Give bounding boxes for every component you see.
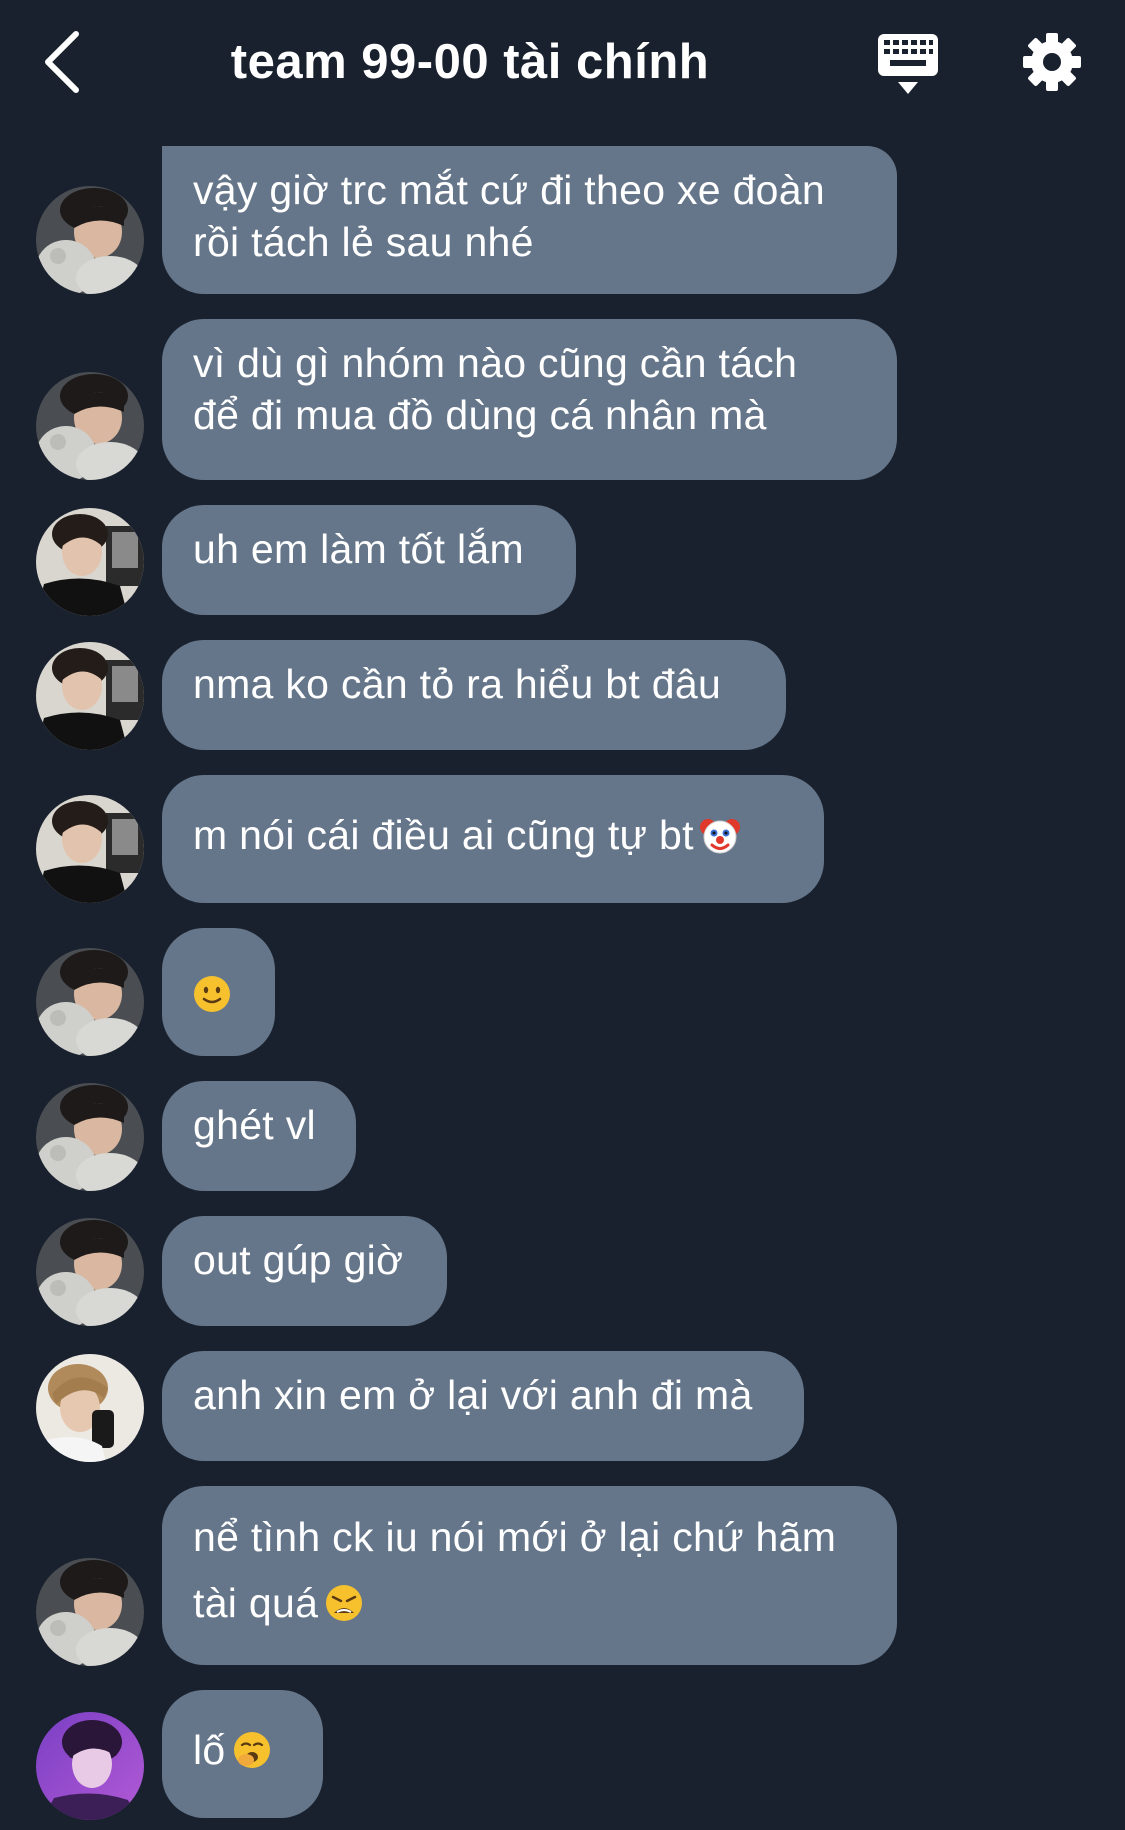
clown-face-icon [699, 815, 740, 867]
profile-photo-b [36, 508, 144, 616]
message-bubble[interactable]: vậy giờ trc mắt cứ đi theo xe đoàn rồi t… [162, 146, 897, 294]
keyboard-icon [878, 34, 938, 94]
avatar-user-a[interactable] [36, 1083, 144, 1191]
avatar-user-a[interactable] [36, 372, 144, 480]
avatar-user-a[interactable] [36, 1218, 144, 1326]
avatar-user-a[interactable] [36, 186, 144, 294]
profile-photo-a [36, 948, 144, 1056]
message-bubble[interactable]: vì dù gì nhóm nào cũng cần tách để đi mu… [162, 319, 897, 480]
yawning-face-icon [232, 1730, 272, 1782]
avatar-user-b[interactable] [36, 508, 144, 616]
message-bubble[interactable]: out gúp giờ [162, 1216, 447, 1326]
profile-photo-d [36, 1712, 144, 1820]
profile-photo-c [36, 1354, 144, 1462]
slightly-smiling-face-icon [192, 974, 232, 1026]
profile-photo-a [36, 1558, 144, 1666]
profile-photo-a [36, 1083, 144, 1191]
avatar-user-c[interactable] [36, 1354, 144, 1462]
avatar-user-b[interactable] [36, 795, 144, 903]
message-text: anh xin em ở lại với anh đi mà [193, 1372, 753, 1418]
message-text: ghét vl [193, 1102, 316, 1148]
message-text: m nói cái điều ai cũng tự bt [193, 812, 694, 858]
message-text: lố [193, 1727, 226, 1773]
back-button[interactable] [40, 28, 90, 96]
gear-icon [1023, 33, 1081, 91]
message-bubble[interactable]: ghét vl [162, 1081, 356, 1191]
message-text: nma ko cần tỏ ra hiểu bt đâu [193, 661, 722, 707]
message-text: vì dù gì nhóm nào cũng cần tách để đi mu… [193, 340, 798, 438]
message-bubble[interactable]: uh em làm tốt lắm [162, 505, 576, 615]
message-text: vậy giờ trc mắt cứ đi theo xe đoàn rồi t… [193, 167, 825, 265]
avatar-user-a[interactable] [36, 1558, 144, 1666]
chat-header: team 99-00 tài chính [0, 0, 1125, 130]
profile-photo-b [36, 795, 144, 903]
message-bubble[interactable]: anh xin em ở lại với anh đi mà [162, 1351, 804, 1461]
avatar-user-b[interactable] [36, 642, 144, 750]
message-bubble[interactable]: m nói cái điều ai cũng tự bt [162, 775, 824, 903]
avatar-user-a[interactable] [36, 948, 144, 1056]
message-bubble[interactable]: nma ko cần tỏ ra hiểu bt đâu [162, 640, 786, 750]
profile-photo-b [36, 642, 144, 750]
message-bubble[interactable]: lố [162, 1690, 323, 1818]
profile-photo-a [36, 186, 144, 294]
settings-button[interactable] [1022, 30, 1082, 94]
profile-photo-a [36, 372, 144, 480]
message-text: nể tình ck iu nói mới ở lại chứ hãm tài … [193, 1514, 837, 1626]
chevron-left-icon [45, 31, 79, 93]
profile-photo-a [36, 1218, 144, 1326]
message-bubble[interactable] [162, 928, 275, 1056]
message-text: uh em làm tốt lắm [193, 526, 524, 572]
message-bubble[interactable]: nể tình ck iu nói mới ở lại chứ hãm tài … [162, 1486, 897, 1665]
avatar-user-d[interactable] [36, 1712, 144, 1820]
keyboard-button[interactable] [876, 32, 940, 98]
message-text: out gúp giờ [193, 1237, 404, 1283]
chat-title: team 99-00 tài chính [230, 35, 710, 89]
weary-face-icon [324, 1576, 364, 1642]
